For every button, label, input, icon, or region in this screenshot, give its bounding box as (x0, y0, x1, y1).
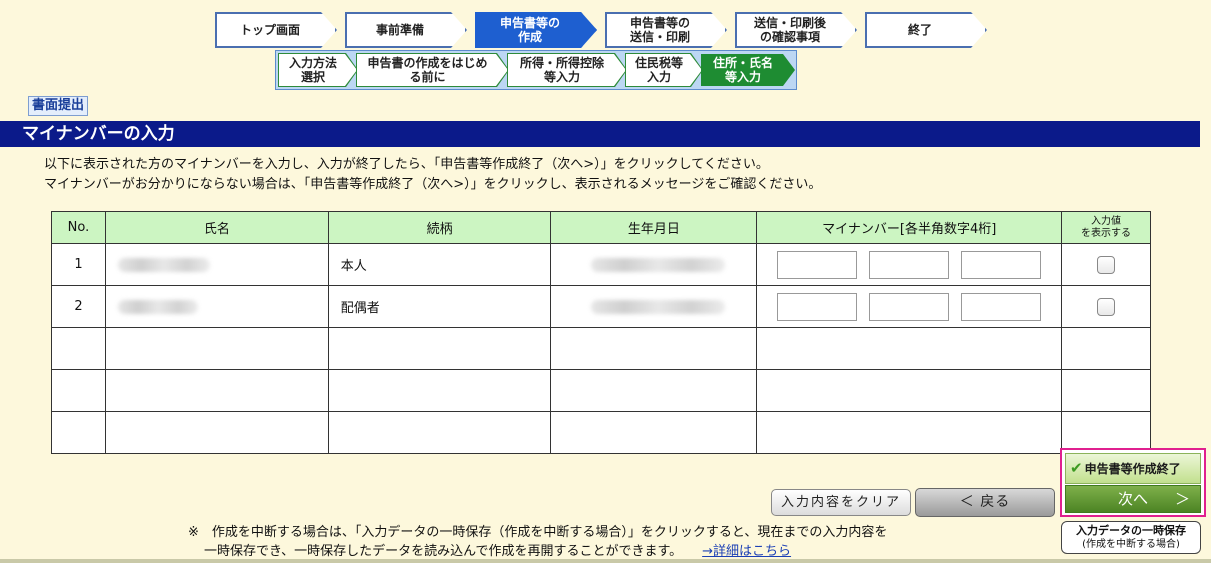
mynumber-input-1-part-1[interactable] (777, 250, 858, 279)
show-value-cell (1061, 243, 1151, 286)
progress-steps-sub: 入力方法 選択 申告書の作成をはじめ る前に 所得・所得控除 等入力 住民税等 … (275, 50, 797, 90)
mynumber-input-2-part-3[interactable] (961, 292, 1042, 321)
details-link[interactable]: →詳細はこちら (702, 544, 791, 559)
step-post-confirm: 送信・印刷後 の確認事項 (735, 12, 857, 48)
relation-cell: 本人 (327, 243, 552, 286)
step-send-print: 申告書等の 送信・印刷 (605, 12, 727, 48)
name-cell (104, 243, 329, 286)
step-create-return: 申告書等の 作成 (475, 12, 597, 48)
temp-save-label: 入力データの一時保存 (1076, 524, 1186, 537)
redacted-name (117, 257, 210, 272)
show-value-checkbox[interactable] (1097, 255, 1116, 274)
instruction-line-1: 以下に表示された方のマイナンバーを入力し、入力が終了したら、「申告書等作成終了（… (44, 157, 769, 172)
substep-income-deduction: 所得・所得控除 等入力 (508, 54, 626, 86)
back-button[interactable]: ＜ 戻る (915, 488, 1055, 517)
birthdate-cell (550, 243, 758, 286)
note-line-2: 一時保存でき、一時保存したデータを読み込んで作成を再開することができます。 →詳細… (204, 544, 792, 559)
finish-next-group: ✔ 申告書等作成終了 次へ ＞ (1060, 448, 1206, 517)
bottom-divider (0, 559, 1211, 563)
redacted-birthdate (591, 299, 726, 314)
substep-resident-tax: 住民税等 入力 (626, 54, 702, 86)
mynumber-input-1-part-3[interactable] (961, 250, 1042, 279)
header-mynumber: マイナンバー[各半角数字4桁] (756, 211, 1063, 244)
mynumber-table: No. 氏名 続柄 生年月日 マイナンバー[各半角数字4桁] 入力値 を表示する… (51, 211, 1151, 454)
substep-input-method: 入力方法 選択 (279, 54, 357, 86)
next-label: 次へ (1117, 490, 1148, 508)
relation-cell: 配偶者 (327, 285, 552, 328)
mynumber-input-2-part-2[interactable] (869, 292, 950, 321)
header-birthdate: 生年月日 (550, 211, 758, 244)
step-finish: 終了 (865, 12, 987, 48)
row-no: 2 (51, 285, 106, 328)
substep-before-start: 申告書の作成をはじめ る前に (357, 54, 508, 86)
temp-save-sublabel: (作成を中断する場合) (1082, 539, 1180, 550)
page-title: マイナンバーの入力 (0, 121, 1200, 147)
redacted-birthdate (591, 257, 726, 272)
finish-label: ✔ 申告書等作成終了 (1065, 453, 1201, 484)
next-button[interactable]: 次へ ＞ (1065, 485, 1201, 513)
table-row-empty (51, 369, 1151, 412)
step-preparation: 事前準備 (345, 12, 467, 48)
table-header-row: No. 氏名 続柄 生年月日 マイナンバー[各半角数字4桁] 入力値 を表示する (51, 211, 1151, 244)
step-top: トップ画面 (215, 12, 337, 48)
header-name: 氏名 (104, 211, 329, 244)
note-line-1: ※ 作成を中断する場合は、「入力データの一時保存（作成を中断する場合）」をクリッ… (188, 525, 888, 540)
checkmark-icon: ✔ (1070, 459, 1083, 477)
table-row: 1 本人 (51, 243, 1151, 286)
clear-input-button[interactable]: 入力内容をクリア (771, 489, 911, 516)
table-row-empty (51, 327, 1151, 370)
paper-submission-button[interactable]: 書面提出 (28, 96, 89, 116)
row-no: 1 (51, 243, 106, 286)
show-value-checkbox[interactable] (1097, 297, 1116, 316)
mynumber-cell (756, 243, 1063, 286)
header-no: No. (51, 211, 106, 244)
header-show-value: 入力値 を表示する (1061, 211, 1151, 244)
temp-save-button[interactable]: 入力データの一時保存 (作成を中断する場合) (1061, 521, 1201, 554)
birthdate-cell (550, 285, 758, 328)
table-row-empty (51, 411, 1151, 454)
mynumber-cell (756, 285, 1063, 328)
mynumber-input-1-part-2[interactable] (869, 250, 950, 279)
table-row: 2 配偶者 (51, 285, 1151, 328)
instruction-line-2: マイナンバーがお分かりにならない場合は、「申告書等作成終了（次へ>）」をクリック… (44, 177, 822, 192)
show-value-cell (1061, 285, 1151, 328)
mynumber-input-2-part-1[interactable] (777, 292, 858, 321)
header-relation: 続柄 (327, 211, 552, 244)
chevron-right-icon: ＞ (1174, 490, 1190, 508)
redacted-name (117, 299, 198, 314)
name-cell (104, 285, 329, 328)
substep-address-name: 住所・氏名 等入力 (701, 54, 795, 86)
